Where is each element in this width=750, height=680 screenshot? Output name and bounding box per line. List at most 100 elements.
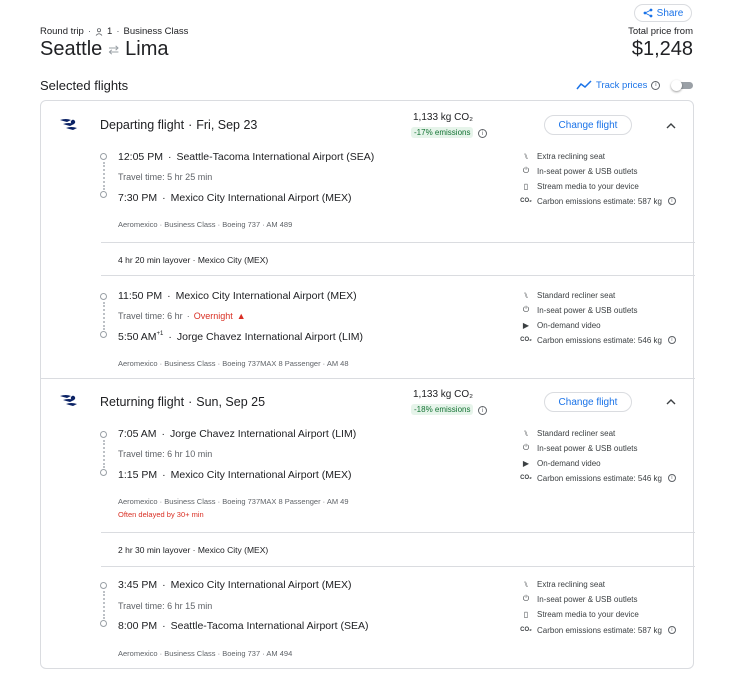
amenity-label: In-seat power & USB outlets [537,443,638,453]
departure-time: 11:50 PM [118,290,163,302]
amenity-label: Extra reclining seat [537,579,606,589]
departing-date: Fri, Sep 23 [196,118,258,132]
arrival-time: 1:15 PM [118,469,158,481]
amenity-label: Carbon emissions estimate: 546 kg [537,335,662,345]
amenity-label: Standard recliner seat [537,290,616,300]
travel-time-row: Travel time: 6 hr · Overnight ▲ [118,311,246,321]
change-returning-flight-button[interactable]: Change flight [544,392,632,412]
amenity-label: Extra reclining seat [537,151,606,161]
arrival-time-group: 5:50 AM+1 [118,331,163,343]
amenity-label: Carbon emissions estimate: 587 kg [537,196,662,206]
departure-time: 7:05 AM [118,428,157,440]
separator-dot: · [162,469,166,481]
amenity-emissions: CO₂ Carbon emissions estimate: 546 kg i [520,335,676,345]
track-prices[interactable]: Track prices i [576,79,661,91]
amenity-video: ▶ On-demand video [521,320,601,330]
power-plug-icon: ⏻ [522,166,530,175]
amenity-emissions: CO₂ Carbon emissions estimate: 587 kg i [520,625,676,635]
timeline-dots [103,591,105,619]
departure-airport: Seattle-Tacoma International Airport (SE… [176,151,375,163]
amenity-label: Standard recliner seat [537,428,616,438]
layover-info: 4 hr 20 min layover · Mexico City (MEX) [118,255,269,265]
departure-time: 3:45 PM [118,579,158,591]
departure-airport: Mexico City International Airport (MEX) [170,579,352,591]
selected-flights-card: Departing flight · Fri, Sep 23 1,133 kg … [40,100,695,669]
swap-arrows-icon: ⇄ [108,41,120,57]
returning-emissions-badge: -18% emissions [411,404,474,415]
trip-type: Round trip [40,26,84,37]
power-plug-icon: ⏻ [522,594,530,603]
share-label: Share [656,7,684,19]
chevron-up-icon[interactable] [666,122,676,130]
amenity-power: ⏻ In-seat power & USB outlets [521,166,638,176]
seat-icon: ⑊ [523,579,529,589]
amenity-emissions: CO₂ Carbon emissions estimate: 587 kg i [520,196,676,206]
departure-time: 12:05 PM [118,151,163,163]
departure-dot [100,431,107,438]
travel-time: Travel time: 5 hr 25 min [118,172,213,182]
total-price: $1,248 [631,38,693,60]
info-icon[interactable]: i [478,406,487,415]
amenity-label: Carbon emissions estimate: 587 kg [537,625,662,635]
info-icon[interactable]: i [478,129,487,138]
price-label: Total price from [628,26,693,37]
arrival-airport: Seattle-Tacoma International Airport (SE… [170,620,369,632]
departing-flight-title: Departing flight · Fri, Sep 23 [100,118,257,132]
amenity-power: ⏻ In-seat power & USB outlets [521,305,638,315]
share-button[interactable]: Share [634,4,692,22]
amenity-seat: ⑊ Extra reclining seat [521,579,605,589]
toggle-knob [671,80,682,91]
separator-dot: · [162,192,166,204]
flight-details: Aeromexico · Business Class · Boeing 737… [118,359,349,368]
trip-meta: Round trip · 1 · Business Class [40,26,188,37]
departure-line: 7:05 AM · Jorge Chavez International Airpo… [118,428,356,440]
flight-details: Aeromexico · Business Class · Boeing 737… [118,220,293,229]
change-departing-flight-button[interactable]: Change flight [544,115,632,135]
arrival-airport: Mexico City International Airport (MEX) [170,192,352,204]
arrival-time: 5:50 AM [118,331,157,343]
amenity-label: Carbon emissions estimate: 546 kg [537,473,662,483]
amenity-power: ⏻ In-seat power & USB outlets [521,594,638,604]
trend-icon [576,80,592,90]
share-icon [643,8,653,18]
amenity-video: ▶ On-demand video [521,458,601,468]
info-icon[interactable]: i [667,197,676,205]
origin-city: Seattle [40,38,103,60]
seat-icon: ⑊ [523,151,529,161]
arrival-dot [100,191,107,198]
separator-dot: · [188,118,193,132]
departing-title-label: Departing flight [100,118,185,132]
chevron-up-icon[interactable] [666,398,676,406]
separator-dot: · [186,311,190,321]
aeromexico-logo-icon [60,395,77,406]
video-icon: ▶ [522,320,530,330]
amenity-label: In-seat power & USB outlets [537,305,638,315]
track-prices-toggle[interactable] [671,80,693,91]
travel-time: Travel time: 6 hr 15 min [118,601,213,611]
departure-line: 11:50 PM · Mexico City International Airpo… [118,290,357,302]
arrival-dot [100,620,107,627]
amenity-seat: ⑊ Standard recliner seat [521,290,616,300]
amenity-seat: ⑊ Extra reclining seat [521,151,605,161]
amenity-label: In-seat power & USB outlets [537,166,638,176]
separator-dot: · [87,26,92,37]
info-icon[interactable]: i [667,474,676,482]
amenity-seat: ⑊ Standard recliner seat [521,428,616,438]
flight-details: Aeromexico · Business Class · Boeing 737… [118,497,349,506]
aeromexico-logo-icon [60,119,77,130]
info-icon[interactable]: i [651,80,661,90]
track-prices-label: Track prices [596,79,648,91]
separator-dot: · [162,620,166,632]
separator-dot: · [116,26,120,37]
arrival-line: 8:00 PM · Seattle-Tacoma International Air… [118,620,368,632]
amenity-label: Stream media to your device [537,181,639,191]
route-title: Seattle ⇄ Lima [40,38,169,61]
co2-icon: CO₂ [520,475,532,481]
selected-flights-heading: Selected flights [40,78,129,93]
info-icon[interactable]: i [667,336,676,344]
returning-title-label: Returning flight [100,395,185,409]
departure-airport: Jorge Chavez International Airport (LIM) [170,428,357,440]
amenity-power: ⏻ In-seat power & USB outlets [521,443,638,453]
delay-warning: Often delayed by 30+ min [118,510,204,519]
info-icon[interactable]: i [667,626,676,634]
